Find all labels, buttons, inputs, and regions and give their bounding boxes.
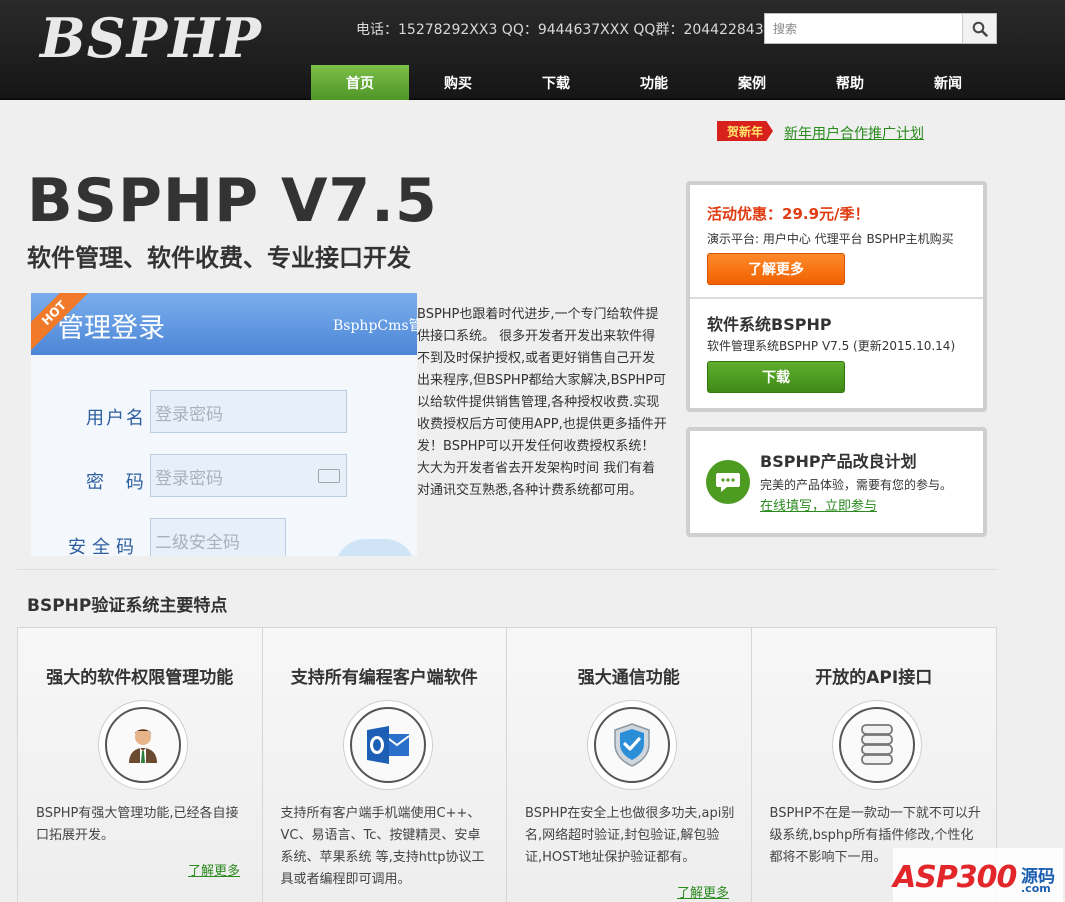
nav-item-features[interactable]: 功能 — [605, 65, 703, 100]
promo-title: 活动优惠：29.9元/季！ — [707, 205, 870, 223]
feature-text: 支持所有客户端手机端使用C++、VC、易语言、Tc、按键精灵、安卓系统、苹果系统… — [280, 806, 485, 887]
chat-bubble-icon — [706, 460, 750, 504]
learn-more-button[interactable]: 了解更多 — [707, 253, 845, 285]
password-label: 密 码 — [86, 472, 152, 493]
username-field: 登录密码 — [150, 390, 347, 433]
password-placeholder: 登录密码 — [155, 469, 223, 489]
system-version-text: 软件管理系统BSPHP V7.5 (更新2015.10.14) — [707, 339, 956, 353]
site-logo[interactable]: BSPHP — [40, 6, 262, 70]
user-icon — [98, 700, 188, 790]
new-year-badge: 贺新年 — [717, 121, 773, 141]
nav-item-home[interactable]: 首页 — [311, 65, 409, 100]
feature-card: 支持所有编程客户端软件 支持所有客户端手机端使用C++、VC、易语言、Tc、按键… — [263, 628, 507, 902]
improvement-plan-panel: BSPHP产品改良计划 完美的产品体验，需要有您的参与。 在线填写，立即参与 — [686, 427, 987, 537]
feature-card: 强大的软件权限管理功能 BSPHP有强大管理功能,已经各自接口拓展开发。 了解更… — [18, 628, 263, 902]
feature-title: 强大通信功能 — [577, 668, 680, 688]
search-input[interactable] — [765, 14, 963, 43]
nav-item-news[interactable]: 新闻 — [899, 65, 997, 100]
hero-title: BSPHP V7.5 — [27, 166, 438, 236]
plan-text: 完美的产品体验，需要有您的参与。 — [760, 478, 953, 492]
security-code-field: 二级安全码 — [150, 518, 286, 556]
nav-item-help[interactable]: 帮助 — [801, 65, 899, 100]
plan-participate-link[interactable]: 在线填写，立即参与 — [760, 495, 877, 514]
section-divider — [17, 569, 997, 570]
login-preview-brand: BsphpCms管理 — [333, 318, 417, 334]
feature-text: BSPHP在安全上也做很多功夫,api别名,网络超时验证,封包验证,解包验证,H… — [525, 806, 735, 865]
feature-card: 强大通信功能 BSPHP在安全上也做很多功夫,api别名,网络超时验证,封包验证… — [507, 628, 752, 902]
password-field: 登录密码 — [150, 454, 347, 497]
feature-title: 开放的API接口 — [815, 668, 933, 688]
system-title: 软件系统BSPHP — [707, 315, 832, 334]
login-button-edge — [335, 539, 415, 556]
contact-info: 电话：15278292XX3 QQ：9444637XXX QQ群：2044228… — [356, 22, 764, 38]
hero-subtitle: 软件管理、软件收费、专业接口开发 — [27, 244, 411, 272]
feature-title: 强大的软件权限管理功能 — [46, 668, 234, 688]
panel-divider — [690, 297, 983, 299]
feature-learn-more-link[interactable]: 了解更多 — [677, 882, 729, 901]
features-section-title: BSPHP验证系统主要特点 — [27, 596, 228, 616]
nav-item-buy[interactable]: 购买 — [409, 65, 507, 100]
login-preview-image: 管理登录 BsphpCms管理 HOT 用户名 登录密码 密 码 登录密码 安全… — [31, 293, 417, 556]
feature-text: BSPHP有强大管理功能,已经各自接口拓展开发。 — [36, 806, 239, 843]
shield-check-icon — [587, 700, 677, 790]
security-code-label: 安全码 — [68, 537, 140, 556]
watermark-brand: ASP300 — [893, 860, 1017, 895]
nav-item-download[interactable]: 下载 — [507, 65, 605, 100]
download-button[interactable]: 下载 — [707, 361, 845, 393]
plan-title: BSPHP产品改良计划 — [760, 452, 917, 471]
watermark-domain: .com — [1021, 882, 1051, 895]
site-header: BSPHP 电话：15278292XX3 QQ：9444637XXX QQ群：2… — [0, 0, 1065, 100]
main-nav: 首页 购买 下载 功能 案例 帮助 新闻 — [311, 65, 997, 100]
new-year-promo-link[interactable]: 新年用户合作推广计划 — [784, 123, 924, 143]
promo-text: 演示平台: 用户中心 代理平台 BSPHP主机购买 — [707, 232, 954, 246]
hero-description: BSPHP也跟着时代进步,一个专门给软件提供接口系统。 很多开发者开发出来软件得… — [417, 307, 667, 498]
features-grid: 强大的软件权限管理功能 BSPHP有强大管理功能,已经各自接口拓展开发。 了解更… — [17, 627, 997, 902]
login-preview-title: 管理登录 — [57, 313, 165, 344]
search-box — [764, 13, 997, 44]
feature-learn-more-link[interactable]: 了解更多 — [188, 860, 240, 879]
login-preview-header: 管理登录 BsphpCms管理 — [31, 293, 417, 355]
asp300-watermark: ASP300 源码 .com — [893, 848, 1063, 902]
promo-panel: 活动优惠：29.9元/季！ 演示平台: 用户中心 代理平台 BSPHP主机购买 … — [686, 181, 987, 412]
username-label: 用户名 — [86, 408, 146, 429]
keyboard-icon — [318, 469, 340, 483]
database-icon — [831, 700, 922, 790]
feature-title: 支持所有编程客户端软件 — [290, 668, 478, 688]
search-button[interactable] — [962, 14, 996, 43]
outlook-icon — [342, 700, 433, 790]
nav-item-cases[interactable]: 案例 — [703, 65, 801, 100]
search-icon — [972, 21, 988, 37]
